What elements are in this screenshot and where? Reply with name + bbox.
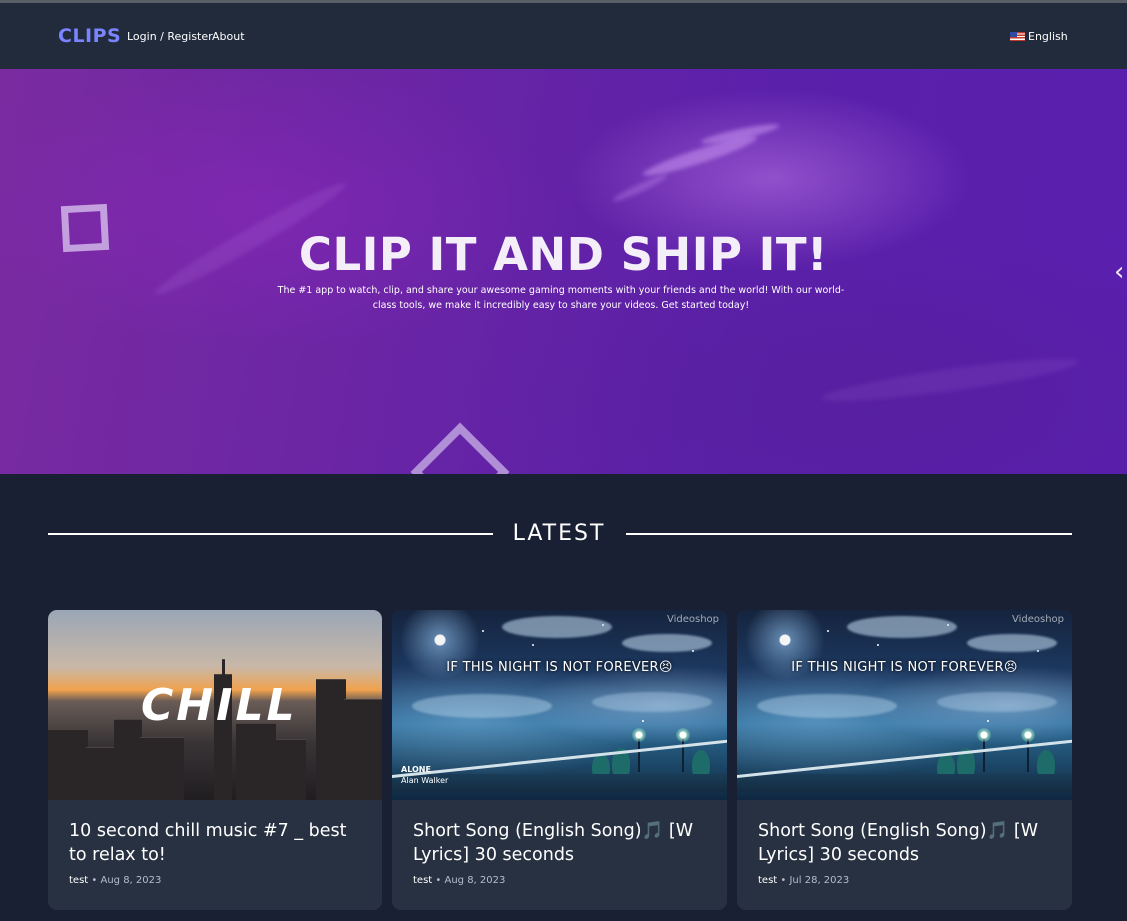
clip-title[interactable]: 10 second chill music #7 _ best to relax…	[69, 819, 369, 867]
clip-title[interactable]: Short Song (English Song)🎵 [W Lyrics] 30…	[413, 819, 713, 867]
language-label: English	[1028, 30, 1068, 43]
thumbnail-watermark: Videoshop	[666, 614, 719, 625]
about-link[interactable]: About	[212, 30, 245, 43]
thumbnail-text: IF THIS NIGHT IS NOT FOREVER😣	[791, 660, 1018, 675]
clip-card[interactable]: CHILL 10 second chill music #7 _ best to…	[48, 610, 382, 910]
thumb-lamp-glow	[676, 728, 690, 742]
thumb-cloud	[592, 692, 712, 712]
thumb-star	[877, 644, 879, 646]
thumb-cloud	[502, 616, 612, 638]
city-building	[48, 729, 88, 800]
city-building	[86, 747, 116, 800]
thumb-lamp	[1027, 738, 1029, 772]
hero-subtitle: The #1 app to watch, clip, and share you…	[277, 285, 845, 311]
navbar: CLIPS Login / Register About English	[0, 3, 1127, 69]
thumb-cloud	[937, 692, 1057, 712]
city-building	[276, 739, 306, 800]
clip-user[interactable]: test	[69, 875, 88, 886]
thumbnail-text: IF THIS NIGHT IS NOT FOREVER😣	[446, 660, 673, 675]
clip-title[interactable]: Short Song (English Song)🎵 [W Lyrics] 30…	[758, 819, 1058, 867]
language-selector[interactable]: English	[1010, 30, 1068, 43]
decorative-diamond-icon	[410, 422, 510, 474]
hero-title: CLIP IT AND SHIP IT!	[298, 228, 829, 281]
hero-light-streak	[819, 351, 1081, 409]
city-building	[114, 719, 142, 800]
thumbnail-text: CHILL	[141, 680, 298, 731]
thumbnail-artist: ALONE Alan Walker	[401, 764, 448, 786]
thumb-lamp-glow	[632, 728, 646, 742]
thumb-lamp-glow	[1021, 728, 1035, 742]
login-register-link[interactable]: Login / Register	[127, 30, 213, 43]
clip-date: Aug 8, 2023	[100, 875, 162, 886]
clip-user[interactable]: test	[758, 875, 777, 886]
section-divider-left	[48, 533, 493, 535]
brand-logo[interactable]: CLIPS	[58, 25, 121, 47]
thumb-railing	[737, 739, 1072, 778]
clip-meta: test • Aug 8, 2023	[69, 875, 162, 886]
clip-card[interactable]: Videoshop IF THIS NIGHT IS NOT FOREVER😣 …	[737, 610, 1072, 910]
us-flag-icon	[1010, 32, 1025, 41]
city-building	[140, 737, 184, 800]
city-building	[316, 679, 346, 800]
clip-meta: test • Jul 28, 2023	[758, 875, 850, 886]
city-building	[344, 699, 382, 800]
thumb-lamp	[638, 738, 640, 772]
hero-light-streak	[611, 171, 669, 205]
thumb-cloud	[967, 634, 1057, 652]
thumbnail-watermark: Videoshop	[1011, 614, 1064, 625]
section-title: LATEST	[512, 521, 606, 546]
thumb-cloud	[847, 616, 957, 638]
thumb-star	[987, 720, 989, 722]
thumb-cloud	[757, 694, 897, 718]
clip-thumbnail[interactable]: CHILL	[48, 610, 382, 800]
thumb-cloud	[622, 634, 712, 652]
thumb-lamp-glow	[977, 728, 991, 742]
section-divider-right	[626, 533, 1072, 535]
city-building	[236, 723, 276, 800]
thumb-star	[642, 720, 644, 722]
clip-date: Aug 8, 2023	[444, 875, 506, 886]
thumb-star	[482, 630, 484, 632]
thumbnail-song-name: ALONE	[401, 765, 431, 774]
clip-user[interactable]: test	[413, 875, 432, 886]
clip-thumbnail[interactable]: Videoshop IF THIS NIGHT IS NOT FOREVER😣 …	[392, 610, 727, 800]
thumbnail-artist-name: Alan Walker	[401, 776, 449, 785]
thumb-lamp	[983, 738, 985, 772]
clip-thumbnail[interactable]: Videoshop IF THIS NIGHT IS NOT FOREVER😣	[737, 610, 1072, 800]
thumb-cloud	[412, 694, 552, 718]
clip-meta: test • Aug 8, 2023	[413, 875, 506, 886]
thumb-star	[532, 644, 534, 646]
thumb-bridge	[737, 774, 1072, 792]
clip-date: Jul 28, 2023	[789, 875, 850, 886]
hero-banner: ‹ CLIP IT AND SHIP IT! The #1 app to wat…	[0, 69, 1127, 474]
thumb-star	[827, 630, 829, 632]
clip-card[interactable]: Videoshop IF THIS NIGHT IS NOT FOREVER😣 …	[392, 610, 727, 910]
thumb-lamp	[682, 738, 684, 772]
